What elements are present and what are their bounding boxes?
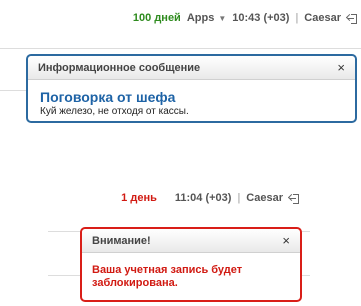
divider	[302, 275, 310, 276]
dialog-body: Поговорка от шефа Куй железо, не отходя …	[28, 80, 355, 127]
warning-dialog: Внимание! × Ваша учетная запись будет за…	[80, 227, 302, 302]
apps-label: Apps	[186, 12, 215, 24]
days-remaining: 100 дней	[132, 12, 181, 24]
divider	[0, 48, 361, 49]
separator: |	[295, 12, 299, 24]
logout-icon[interactable]	[287, 193, 299, 204]
info-dialog: Информационное сообщение × Поговорка от …	[26, 54, 357, 123]
message-title: Поговорка от шефа	[40, 89, 176, 105]
dialog-header: Информационное сообщение ×	[28, 56, 355, 80]
top-bar-1: 100 дней Apps ▼ 10:43 (+03) | Caesar	[133, 12, 357, 24]
user-name[interactable]: Caesar	[304, 12, 341, 24]
top-bar-2: 1 день 11:04 (+03) | Caesar	[121, 192, 299, 204]
chevron-down-icon[interactable]: ▼	[218, 14, 226, 23]
days-remaining: 1 день	[121, 192, 157, 204]
close-icon[interactable]: ×	[282, 233, 290, 248]
message-text: Куй железо, не отходя от кассы.	[40, 106, 189, 117]
dialog-title: Информационное сообщение	[38, 61, 201, 74]
logout-icon[interactable]	[345, 13, 357, 24]
apps-menu[interactable]: Apps	[187, 12, 215, 24]
divider	[0, 90, 26, 91]
dialog-title: Внимание!	[92, 234, 151, 247]
user-name[interactable]: Caesar	[246, 192, 283, 204]
dialog-header: Внимание! ×	[82, 229, 300, 253]
separator: |	[237, 192, 241, 204]
divider	[48, 275, 80, 276]
close-icon[interactable]: ×	[337, 60, 345, 75]
warning-text: Ваша учетная запись будет заблокирована.	[92, 264, 243, 289]
clock: 11:04 (+03)	[174, 192, 232, 204]
clock: 10:43 (+03)	[232, 12, 290, 24]
